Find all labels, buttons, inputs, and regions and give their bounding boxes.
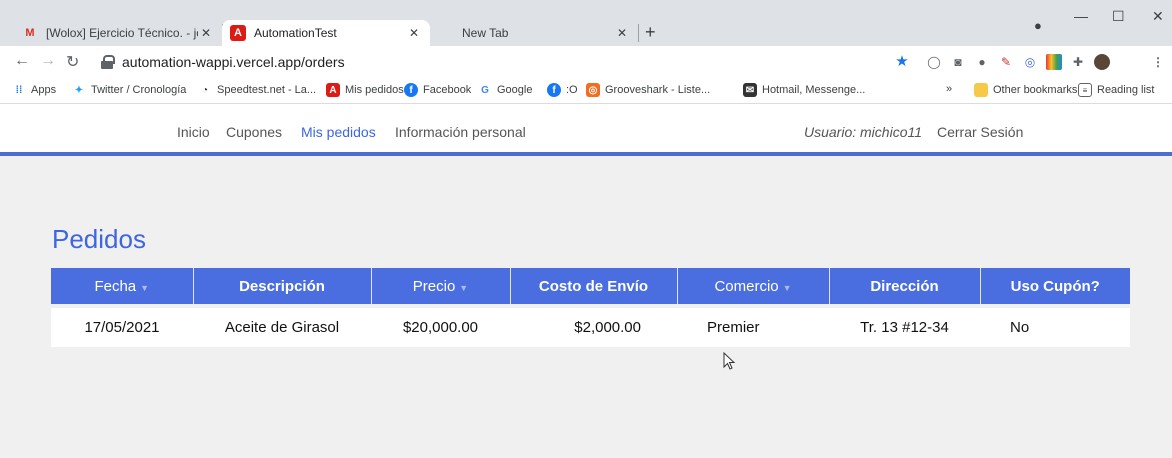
- browser-toolbar: ← → ↻ automation-wappi.vercel.app/orders…: [0, 46, 1172, 78]
- reading-list-button[interactable]: ≡ Reading list: [1078, 83, 1154, 97]
- extension-icon[interactable]: ●: [974, 54, 990, 70]
- sort-caret-icon: ▼: [459, 282, 469, 293]
- page-title: Pedidos: [52, 224, 146, 254]
- tab-gmail[interactable]: M [Wolox] Ejercicio Técnico. - johnd ✕: [14, 20, 222, 46]
- close-tab-icon[interactable]: ✕: [406, 26, 422, 40]
- cell-precio: $20,000.00: [371, 304, 510, 347]
- bookmarks-overflow-button[interactable]: »: [946, 83, 952, 95]
- reading-list-icon: ≡: [1078, 83, 1092, 97]
- bookmark-hotmail[interactable]: ✉ Hotmail, Messenge...: [743, 83, 865, 97]
- extension-icon[interactable]: ◎: [1022, 54, 1038, 70]
- tab-title: [Wolox] Ejercicio Técnico. - johnd: [46, 26, 198, 40]
- facebook-icon: f: [404, 83, 418, 97]
- bookmark-o[interactable]: f :O: [547, 83, 578, 97]
- blank-page-icon: [438, 25, 454, 41]
- twitter-icon: ✦: [74, 84, 84, 96]
- bookmark-google[interactable]: G Google: [478, 83, 532, 97]
- bookmark-facebook[interactable]: f Facebook: [404, 83, 471, 97]
- nav-inicio[interactable]: Inicio: [177, 124, 210, 140]
- angular-icon: A: [326, 83, 340, 97]
- back-icon[interactable]: ←: [14, 52, 30, 70]
- table-row: 17/05/2021 Aceite de Girasol $20,000.00 …: [51, 304, 1130, 347]
- nav-informacion-personal[interactable]: Información personal: [395, 124, 526, 140]
- extension-icon[interactable]: ✎: [998, 54, 1014, 70]
- camera-extension-icon[interactable]: ◙: [950, 54, 966, 70]
- cell-comercio: Premier: [677, 304, 829, 347]
- avatar[interactable]: [1094, 54, 1110, 70]
- column-header-direccion: Dirección: [829, 268, 981, 306]
- close-window-icon[interactable]: ✕: [1152, 8, 1164, 25]
- grooveshark-icon: ◎: [586, 83, 600, 97]
- cell-direccion: Tr. 13 #12-34: [829, 304, 980, 347]
- cell-uso-cupon: No: [980, 304, 1130, 347]
- apps-grid-icon: ⁞⁞: [15, 84, 23, 96]
- tab-automationtest[interactable]: A AutomationTest ✕: [222, 20, 430, 46]
- cell-descripcion: Aceite de Girasol: [193, 304, 371, 347]
- mouse-cursor-icon: [723, 352, 736, 370]
- tab-new-tab[interactable]: New Tab ✕: [430, 20, 638, 46]
- angular-icon: A: [230, 25, 246, 41]
- folder-icon: [974, 83, 988, 97]
- gmail-icon: M: [25, 27, 35, 39]
- logout-link[interactable]: Cerrar Sesión: [937, 124, 1023, 140]
- tab-title: New Tab: [462, 26, 509, 40]
- close-tab-icon[interactable]: ✕: [614, 26, 630, 40]
- close-tab-icon[interactable]: ✕: [198, 26, 214, 40]
- orders-table: Fecha ▼ Descripción Precio ▼ Costo de Enví…: [51, 268, 1130, 347]
- sort-caret-icon: ▼: [782, 282, 792, 293]
- bookmark-star-icon[interactable]: ★: [894, 54, 910, 70]
- cell-costo-envio: $2,000.00: [510, 304, 677, 347]
- cell-fecha: 17/05/2021: [51, 304, 193, 347]
- bookmark-mis-pedidos[interactable]: A Mis pedidos: [326, 83, 404, 97]
- profile-menu-icon[interactable]: ●: [1034, 18, 1042, 33]
- column-header-fecha[interactable]: Fecha ▼: [51, 268, 194, 306]
- column-header-comercio[interactable]: Comercio ▼: [677, 268, 830, 306]
- user-label: Usuario: michico11: [804, 124, 923, 140]
- column-header-descripcion: Descripción: [193, 268, 372, 306]
- bookmark-twitter[interactable]: ✦ Twitter / Cronología: [72, 83, 187, 97]
- minimize-icon[interactable]: —: [1074, 8, 1088, 24]
- column-header-uso-cupon: Uso Cupón?: [980, 268, 1130, 306]
- app-navbar: Inicio Cupones Mis pedidos Información p…: [0, 104, 1172, 156]
- column-header-costo-envio: Costo de Envío: [510, 268, 678, 306]
- bookmarks-bar: ⁞⁞ Apps ✦ Twitter / Cronología ◔ Speedte…: [0, 78, 1172, 104]
- table-header-row: Fecha ▼ Descripción Precio ▼ Costo de Enví…: [51, 268, 1130, 306]
- address-bar[interactable]: automation-wappi.vercel.app/orders: [100, 50, 918, 74]
- new-tab-button[interactable]: +: [645, 22, 656, 43]
- extension-icon[interactable]: ◯: [926, 54, 942, 70]
- puzzle-icon[interactable]: ✚: [1070, 54, 1086, 70]
- speedtest-icon: ◔: [201, 84, 209, 96]
- reload-icon[interactable]: ↻: [66, 52, 79, 72]
- more-menu-icon[interactable]: ⋮: [1150, 54, 1166, 70]
- column-header-precio[interactable]: Precio ▼: [371, 268, 511, 306]
- bookmark-apps[interactable]: ⁞⁞ Apps: [12, 83, 56, 97]
- tab-strip: M [Wolox] Ejercicio Técnico. - johnd ✕ A…: [0, 0, 1172, 46]
- google-icon: G: [481, 84, 489, 96]
- facebook-icon: f: [547, 83, 561, 97]
- color-extension-icon[interactable]: [1046, 54, 1062, 70]
- url-text: automation-wappi.vercel.app/orders: [122, 54, 345, 70]
- tab-title: AutomationTest: [254, 26, 337, 40]
- bookmark-grooveshark[interactable]: ◎ Grooveshark - Liste...: [586, 83, 710, 97]
- bookmark-speedtest[interactable]: ◔ Speedtest.net - La...: [198, 83, 316, 97]
- lock-icon: [100, 55, 115, 69]
- sort-caret-icon: ▼: [140, 282, 150, 293]
- nav-mis-pedidos[interactable]: Mis pedidos: [301, 124, 376, 140]
- nav-cupones[interactable]: Cupones: [226, 124, 282, 140]
- maximize-icon[interactable]: ☐: [1112, 8, 1125, 25]
- messenger-icon: ✉: [743, 83, 757, 97]
- tab-separator: [638, 24, 639, 42]
- forward-icon[interactable]: →: [40, 52, 56, 70]
- bookmark-other[interactable]: Other bookmarks: [974, 83, 1077, 97]
